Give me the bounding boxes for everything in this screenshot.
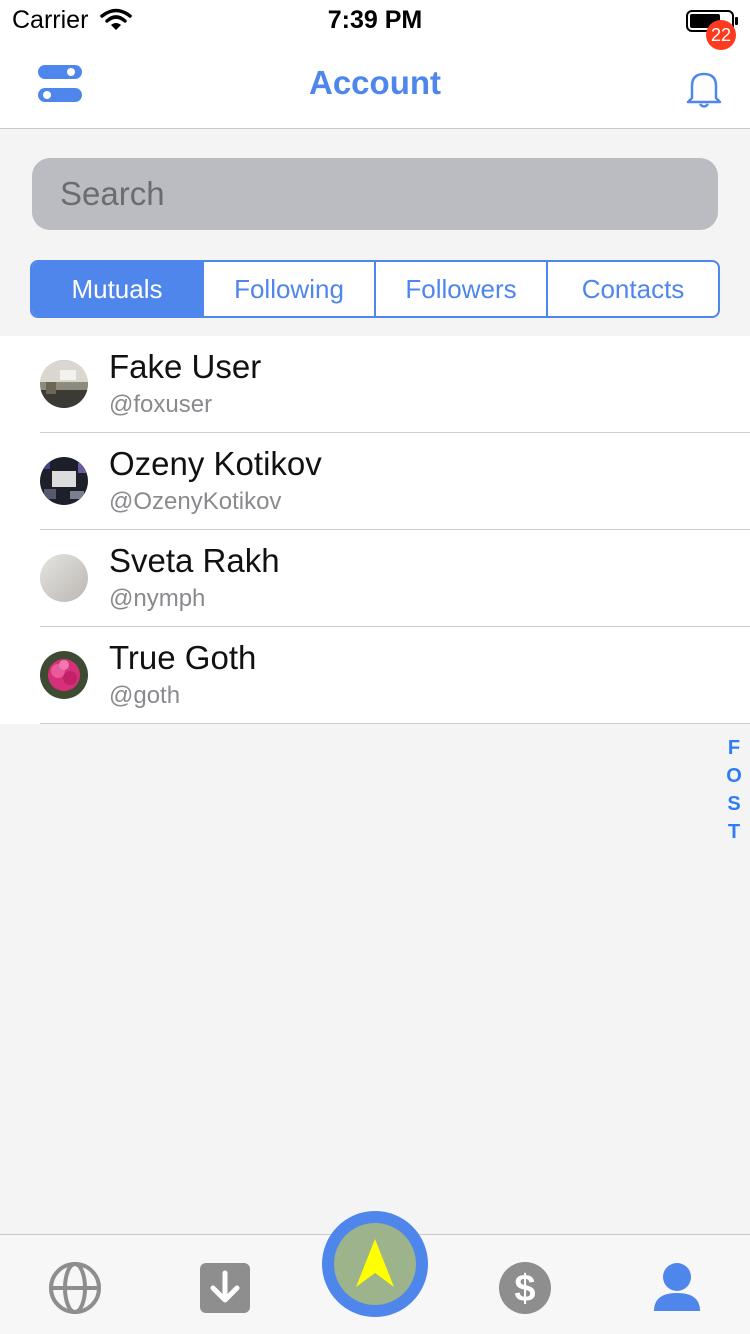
page-title: Account xyxy=(309,64,441,101)
profile-icon[interactable] xyxy=(650,1261,704,1315)
section-index: F O S T xyxy=(722,734,746,846)
segmented-control: Mutuals Following Followers Contacts xyxy=(30,260,720,318)
notification-badge: 22 xyxy=(706,20,736,50)
avatar xyxy=(40,651,88,699)
divider xyxy=(40,723,750,724)
status-time: 7:39 PM xyxy=(327,6,423,34)
globe-icon[interactable] xyxy=(48,1261,102,1315)
search-input[interactable] xyxy=(32,158,718,230)
user-name: Fake User xyxy=(109,348,262,385)
dollar-icon[interactable]: $ xyxy=(498,1261,552,1315)
download-icon[interactable] xyxy=(198,1261,252,1315)
user-name: True Goth xyxy=(109,639,257,676)
avatar xyxy=(40,457,88,505)
index-letter-f[interactable]: F xyxy=(728,734,740,762)
list-item[interactable]: Ozeny Kotikov @OzenyKotikov xyxy=(0,433,750,530)
list-item[interactable]: Fake User @foxuser xyxy=(0,336,750,433)
avatar xyxy=(40,360,88,408)
center-action-button[interactable] xyxy=(322,1211,428,1317)
user-list: Fake User @foxuser Ozeny Kotikov @OzenyK… xyxy=(0,336,750,724)
user-handle: @goth xyxy=(109,682,181,709)
tab-mutuals[interactable]: Mutuals xyxy=(32,262,204,316)
user-name: Sveta Rakh xyxy=(109,542,280,579)
index-letter-s[interactable]: S xyxy=(727,790,740,818)
tab-following[interactable]: Following xyxy=(204,262,376,316)
navigate-arrow-icon xyxy=(356,1239,394,1287)
list-item[interactable]: True Goth @goth xyxy=(0,627,750,724)
svg-text:$: $ xyxy=(514,1268,535,1310)
user-handle: @OzenyKotikov xyxy=(109,488,282,515)
user-handle: @nymph xyxy=(109,585,206,612)
status-bar: Carrier 7:39 PM xyxy=(0,0,750,40)
tab-followers[interactable]: Followers xyxy=(376,262,548,316)
avatar xyxy=(40,554,88,602)
user-name: Ozeny Kotikov xyxy=(109,445,322,482)
index-letter-o[interactable]: O xyxy=(726,762,742,790)
bell-icon[interactable] xyxy=(680,66,728,110)
user-handle: @foxuser xyxy=(109,391,213,418)
nav-bar: Account xyxy=(0,40,750,129)
list-item[interactable]: Sveta Rakh @nymph xyxy=(0,530,750,627)
index-letter-t[interactable]: T xyxy=(728,818,740,846)
tab-contacts[interactable]: Contacts xyxy=(548,262,718,316)
center-action-inner xyxy=(334,1223,416,1305)
